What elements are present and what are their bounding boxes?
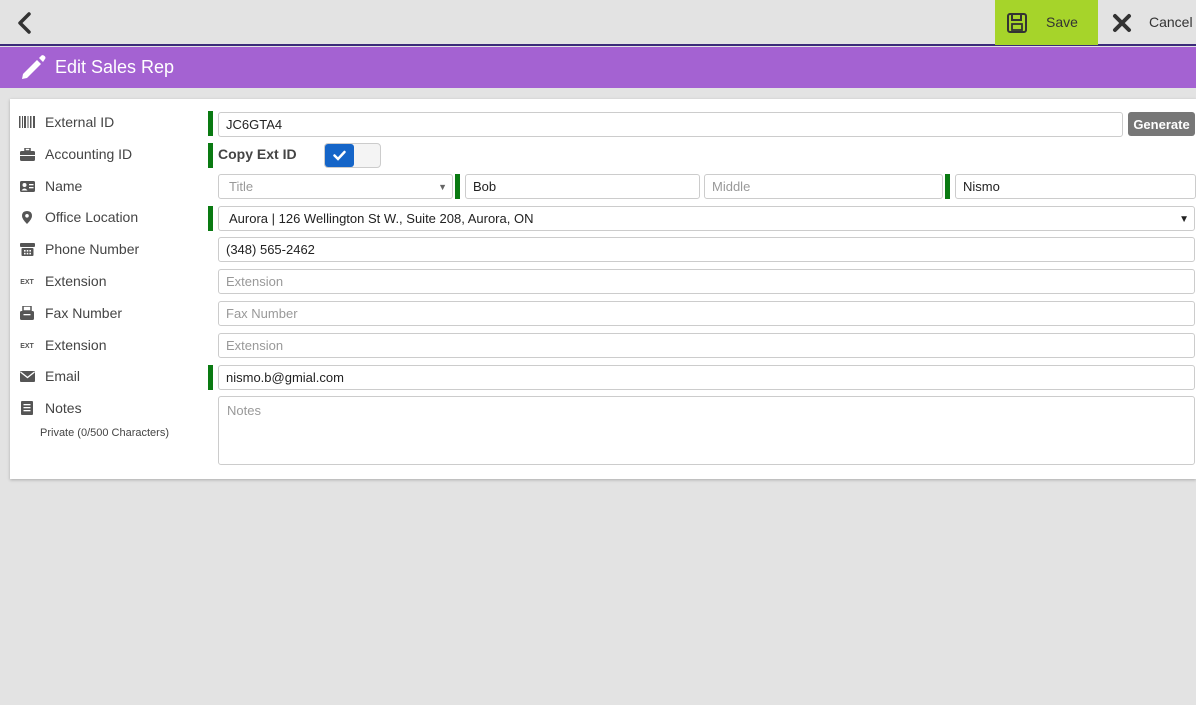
fax-icon: [19, 306, 35, 320]
id-card-icon: [19, 179, 35, 193]
middle-name-input[interactable]: [704, 174, 943, 199]
fax-number-input[interactable]: [218, 301, 1195, 326]
save-label: Save: [1046, 14, 1078, 30]
required-indicator: [208, 365, 213, 390]
briefcase-icon: [19, 147, 35, 161]
chevron-left-icon: [18, 12, 31, 34]
required-indicator: [945, 174, 950, 199]
external-id-input[interactable]: [218, 112, 1123, 137]
external-id-label: External ID: [45, 114, 115, 130]
ext-icon: EXT: [20, 342, 34, 350]
page-header: Edit Sales Rep: [0, 47, 1196, 88]
phone-icon: [19, 242, 35, 256]
required-indicator: [208, 206, 213, 231]
cancel-label: Cancel: [1149, 14, 1193, 30]
office-location-value: Aurora | 126 Wellington St W., Suite 208…: [229, 211, 534, 226]
required-indicator: [455, 174, 460, 199]
cancel-button[interactable]: Cancel: [1098, 0, 1196, 45]
phone-number-label: Phone Number: [45, 241, 140, 257]
notes-label: Notes: [45, 400, 82, 416]
document-icon: [19, 401, 35, 415]
fax-extension-input[interactable]: [218, 333, 1195, 358]
page-title: Edit Sales Rep: [55, 57, 175, 77]
ext-icon: EXT: [20, 278, 34, 286]
accounting-id-label: Accounting ID: [45, 146, 133, 162]
required-indicator: [208, 143, 213, 168]
first-name-input[interactable]: [465, 174, 700, 199]
required-indicator: [208, 111, 213, 136]
check-icon: [333, 150, 346, 161]
map-marker-icon: [19, 210, 35, 224]
barcode-icon: [19, 115, 35, 129]
notes-character-count: Private (0/500 Characters): [40, 427, 169, 439]
phone-extension-input[interactable]: [218, 269, 1195, 294]
toggle-knob: [325, 144, 354, 167]
fax-extension-label: Extension: [45, 337, 107, 353]
title-select-value: Title: [229, 179, 254, 194]
copy-ext-id-toggle[interactable]: [324, 143, 381, 168]
floppy-disk-icon: [1006, 12, 1028, 37]
name-label: Name: [45, 178, 83, 194]
sales-rep-form: External ID Generate Accounting ID Copy …: [10, 99, 1196, 479]
phone-extension-label: Extension: [45, 273, 107, 289]
fax-number-label: Fax Number: [45, 305, 123, 321]
close-icon: [1112, 13, 1132, 36]
office-location-label: Office Location: [45, 209, 139, 225]
office-location-select[interactable]: Aurora | 126 Wellington St W., Suite 208…: [218, 206, 1195, 231]
phone-number-input[interactable]: [218, 237, 1195, 262]
notes-textarea[interactable]: [218, 396, 1195, 465]
email-label: Email: [45, 368, 81, 384]
top-toolbar: Save Cancel: [0, 0, 1196, 46]
copy-ext-id-label: Copy Ext ID: [218, 146, 297, 162]
save-button[interactable]: Save: [995, 0, 1098, 45]
email-input[interactable]: [218, 365, 1195, 390]
title-select[interactable]: Title ▼: [218, 174, 453, 199]
pencil-icon: [18, 52, 48, 85]
generate-button[interactable]: Generate: [1128, 112, 1195, 136]
caret-down-icon: ▼: [438, 182, 447, 192]
last-name-input[interactable]: [955, 174, 1196, 199]
back-button[interactable]: [12, 9, 38, 37]
envelope-icon: [19, 369, 35, 383]
caret-down-icon: ▼: [1179, 214, 1189, 225]
